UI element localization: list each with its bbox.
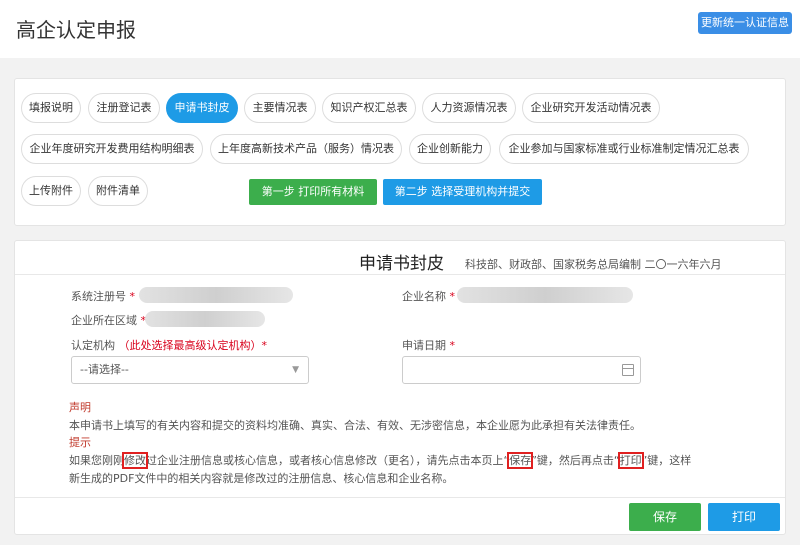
region-value-redacted: [145, 311, 265, 327]
divider: [15, 274, 785, 275]
tip-text-line2: 新生成的PDF文件中的相关内容就是修改过的注册信息、核心信息和企业名称。: [69, 472, 454, 485]
tab-hr-situation[interactable]: 人力资源情况表: [422, 93, 516, 123]
calendar-icon[interactable]: [622, 364, 634, 376]
tab-instructions[interactable]: 填报说明: [21, 93, 81, 123]
tab-rd-expense-detail[interactable]: 企业年度研究开发费用结构明细表: [21, 134, 203, 164]
region-label: 企业所在区域 *: [71, 314, 146, 327]
company-name-label: 企业名称 *: [402, 290, 455, 303]
authority-select-value: --请选择--: [80, 363, 129, 376]
authority-label: 认定机构 （此处选择最高级认定机构）*: [71, 339, 267, 352]
tab-main-situation[interactable]: 主要情况表: [244, 93, 316, 123]
divider: [15, 497, 785, 498]
application-cover-form: 申请书封皮 科技部、财政部、国家税务总局编制 二〇一六年六月 系统注册号 * 企…: [14, 240, 786, 535]
tabs-panel: 填报说明 注册登记表 申请书封皮 主要情况表 知识产权汇总表 人力资源情况表 企…: [14, 78, 786, 226]
tab-innovation-capability[interactable]: 企业创新能力: [409, 134, 491, 164]
update-auth-info-button[interactable]: 更新统一认证信息: [698, 12, 792, 34]
reg-no-label: 系统注册号 *: [71, 290, 135, 303]
tab-registration-form[interactable]: 注册登记表: [88, 93, 160, 123]
page-header: 高企认定申报 更新统一认证信息: [0, 0, 800, 58]
tab-ip-summary[interactable]: 知识产权汇总表: [322, 93, 416, 123]
tip-text: 如果您刚刚修改过企业注册信息或核心信息，或者核心信息修改（更名），请先点击本页上…: [69, 452, 692, 469]
select-agency-submit-button[interactable]: 第二步 选择受理机构并提交: [383, 179, 542, 205]
print-all-materials-button[interactable]: 第一步 打印所有材料: [249, 179, 377, 205]
print-button[interactable]: 打印: [708, 503, 780, 531]
page-title: 高企认定申报: [16, 18, 136, 42]
chevron-down-icon: ▼: [292, 365, 299, 375]
highlight-save: 保存: [507, 452, 534, 469]
tip-title: 提示: [69, 436, 91, 449]
tab-attachment-list[interactable]: 附件清单: [88, 176, 148, 206]
tab-application-cover[interactable]: 申请书封皮: [166, 93, 238, 123]
save-button[interactable]: 保存: [629, 503, 701, 531]
form-subtitle: 科技部、财政部、国家税务总局编制 二〇一六年六月: [465, 258, 722, 271]
tab-rd-activities[interactable]: 企业研究开发活动情况表: [522, 93, 660, 123]
reg-no-value-redacted: [139, 287, 293, 303]
tab-upload-attachments[interactable]: 上传附件: [21, 176, 81, 206]
statement-title: 声明: [69, 401, 91, 414]
statement-text: 本申请书上填写的有关内容和提交的资料均准确、真实、合法、有效、无涉密信息，本企业…: [69, 419, 641, 432]
highlight-modify: 修改: [122, 452, 148, 469]
tab-hightech-products[interactable]: 上年度高新技术产品（服务）情况表: [210, 134, 402, 164]
tab-standards-participation[interactable]: 企业参加与国家标准或行业标准制定情况汇总表: [499, 134, 749, 164]
highlight-print: 打印: [617, 452, 644, 469]
date-label: 申请日期 *: [402, 339, 455, 352]
application-date-input[interactable]: [402, 356, 641, 384]
form-title: 申请书封皮: [359, 254, 444, 274]
company-name-value-redacted: [457, 287, 633, 303]
authority-select[interactable]: --请选择-- ▼: [71, 356, 309, 384]
